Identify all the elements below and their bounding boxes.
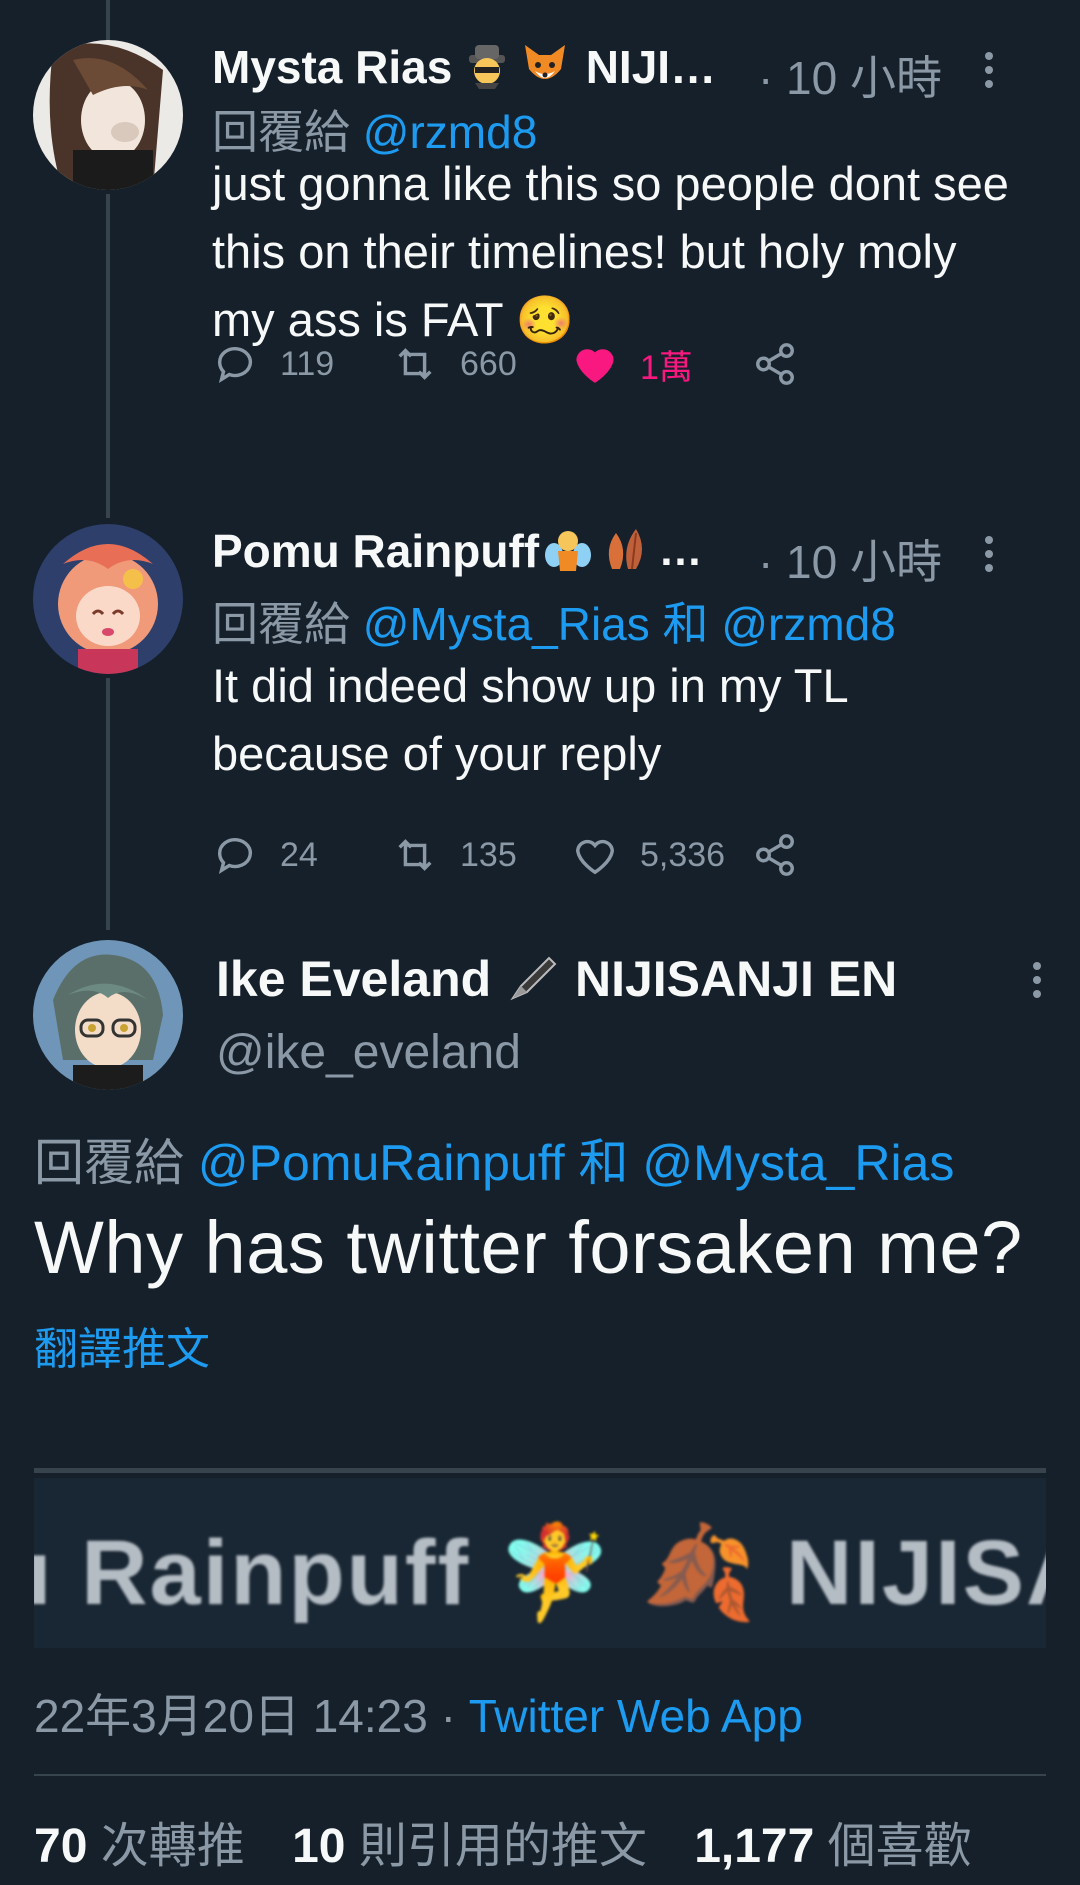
leaf-emoji-icon: [602, 525, 650, 578]
tweet-actions: 24 135 5,336: [212, 830, 932, 880]
mention-link[interactable]: @rzmd8: [721, 598, 896, 650]
tweet-source-link[interactable]: Twitter Web App: [469, 1690, 803, 1742]
display-name[interactable]: Mysta Rias: [212, 40, 452, 94]
pixelated-embedded-text: ı Rainpuff 🧚 🍂 NIJISANJI: [34, 1522, 1046, 1624]
share-button[interactable]: [752, 830, 820, 880]
timestamp-date[interactable]: 22年3月20日 14:23 ·: [34, 1690, 456, 1742]
like-icon: [576, 349, 614, 383]
tweet-header: Pomu Rainpuff … · 10 小時: [212, 524, 1032, 594]
mention-link[interactable]: @PomuRainpuff: [198, 1135, 565, 1191]
likes-label: 個喜歡: [827, 1820, 972, 1873]
quotes-number: 10: [292, 1820, 346, 1873]
reply-count: 24: [280, 835, 318, 874]
avatar[interactable]: [33, 40, 183, 190]
main-avatar[interactable]: [33, 940, 183, 1090]
main-display-name-row: Ike Eveland NIJISANJI EN: [216, 950, 897, 1016]
retweet-count: 660: [460, 344, 517, 383]
tweet-time[interactable]: · 10 小時: [758, 526, 942, 592]
quotes-label: 則引用的推文: [358, 1820, 647, 1873]
fairy-emoji-icon: [544, 525, 592, 578]
reply-icon: [217, 838, 253, 875]
embedded-media-strip[interactable]: ı Rainpuff 🧚 🍂 NIJISANJI: [34, 1478, 1046, 1648]
retweet-icon: [398, 348, 432, 380]
divider: [34, 1468, 1046, 1473]
like-button[interactable]: 5,336: [572, 830, 725, 880]
reply-joiner: 和: [662, 598, 709, 650]
main-handle[interactable]: @ike_eveland: [216, 1025, 521, 1080]
reply-to-line: 回覆給 @Mysta_Rias 和 @rzmd8: [212, 588, 896, 654]
share-icon: [756, 343, 794, 385]
mention-link[interactable]: @Mysta_Rias: [642, 1135, 954, 1191]
more-options-icon[interactable]: [982, 536, 996, 580]
more-options-icon[interactable]: [1030, 962, 1044, 1006]
like-button[interactable]: 1萬: [572, 339, 693, 389]
main-display-name-suffix: NIJISANJI EN: [574, 951, 898, 1008]
main-display-name[interactable]: Ike Eveland: [216, 951, 491, 1007]
thread-line-1: [106, 194, 110, 518]
reply-to-label: 回覆給: [212, 598, 350, 650]
retweet-button[interactable]: 135: [392, 830, 517, 880]
display-name-truncated: …: [658, 526, 703, 575]
display-name[interactable]: Pomu Rainpuff: [212, 524, 539, 578]
tweet-timestamp: 22年3月20日 14:23 · Twitter Web App: [34, 1680, 803, 1746]
tweet-stats: 70 次轉推 10 則引用的推文 1,177 個喜歡: [34, 1806, 1006, 1876]
tweet-text: just gonna like this so people dont see …: [212, 157, 1009, 346]
tweet-time[interactable]: · 10 小時: [758, 42, 942, 108]
main-tweet-text: Why has twitter forsaken me?: [34, 1206, 1023, 1289]
avatar[interactable]: [33, 524, 183, 674]
thread-line-2: [106, 678, 110, 930]
tweet-text: It did indeed show up in my TL because o…: [212, 659, 847, 780]
like-count: 5,336: [640, 835, 726, 874]
share-button[interactable]: [752, 339, 820, 389]
retweet-count: 135: [460, 835, 517, 874]
likes-stat[interactable]: 1,177 個喜歡: [694, 1820, 971, 1873]
detective-emoji-icon: [463, 41, 511, 94]
retweet-icon: [398, 839, 432, 871]
like-icon: [576, 839, 614, 875]
main-reply-to-line: 回覆給 @PomuRainpuff 和 @Mysta_Rias: [34, 1123, 954, 1195]
divider: [34, 1774, 1046, 1776]
more-options-icon[interactable]: [982, 52, 996, 96]
reply-to-label: 回覆給: [34, 1135, 184, 1191]
share-icon: [756, 834, 794, 876]
retweets-number: 70: [34, 1820, 88, 1873]
reply-button[interactable]: 119: [212, 339, 334, 389]
display-name-truncated: NIJI…: [585, 41, 717, 93]
reply-count: 119: [280, 344, 335, 383]
translate-tweet-link[interactable]: 翻譯推文: [34, 1313, 210, 1377]
thread-line-top: [106, 0, 110, 44]
reply-icon: [217, 347, 253, 384]
mention-link[interactable]: @Mysta_Rias: [363, 598, 650, 650]
quotes-stat[interactable]: 10 則引用的推文: [292, 1820, 647, 1873]
like-count: 1萬: [640, 348, 693, 387]
retweet-button[interactable]: 660: [392, 339, 517, 389]
reply-joiner: 和: [578, 1135, 629, 1191]
twitter-thread-page: Mysta Rias NIJI… · 10 小時 回覆給 @rzmd8 just…: [0, 0, 1080, 1885]
tweet-actions: 119 660 1萬: [212, 339, 932, 389]
likes-number: 1,177: [694, 1820, 815, 1873]
retweets-stat[interactable]: 70 次轉推: [34, 1820, 245, 1873]
fox-emoji-icon: [521, 41, 569, 94]
retweets-label: 次轉推: [100, 1820, 245, 1873]
reply-button[interactable]: 24: [212, 830, 318, 880]
pen-emoji-icon: [507, 950, 561, 1016]
